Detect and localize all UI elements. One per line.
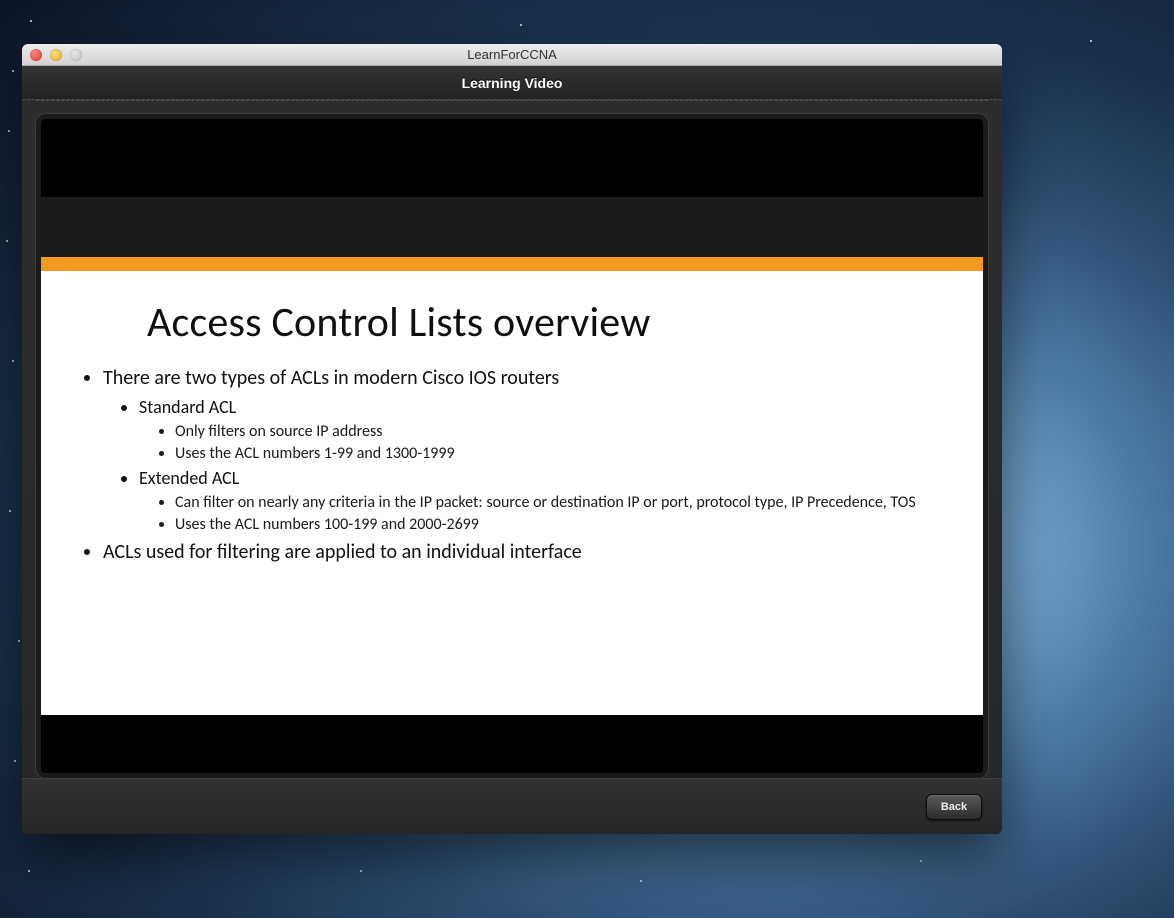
slide-header-bar: [41, 197, 983, 257]
app-header: Learning Video: [22, 66, 1002, 100]
list-item: Only filters on source IP address: [175, 422, 925, 441]
list-item: There are two types of ACLs in modern Ci…: [103, 366, 925, 390]
slide: Access Control Lists overview There are …: [41, 197, 983, 715]
content-area: Access Control Lists overview There are …: [22, 100, 1002, 834]
back-button[interactable]: Back: [926, 794, 982, 820]
list-item: ACLs used for filtering are applied to a…: [103, 540, 925, 564]
slide-body: Access Control Lists overview There are …: [41, 271, 983, 594]
window-title: LearnForCCNA: [22, 47, 1002, 62]
slide-title: Access Control Lists overview: [147, 297, 925, 348]
list-item: Uses the ACL numbers 100-199 and 2000-26…: [175, 515, 925, 534]
letterbox-top: [41, 119, 983, 197]
footer-bar: Back: [22, 778, 1002, 834]
titlebar[interactable]: LearnForCCNA: [22, 44, 1002, 66]
list-item: Standard ACL: [139, 396, 925, 418]
page-title: Learning Video: [462, 75, 563, 91]
app-window: LearnForCCNA Learning Video Access Contr…: [22, 44, 1002, 834]
list-item: Uses the ACL numbers 1-99 and 1300-1999: [175, 444, 925, 463]
video-player[interactable]: Access Control Lists overview There are …: [36, 114, 988, 778]
letterbox-bottom: [41, 715, 983, 773]
list-item: Extended ACL: [139, 467, 925, 489]
list-item: Can filter on nearly any criteria in the…: [175, 493, 925, 512]
slide-accent-bar: [41, 257, 983, 271]
